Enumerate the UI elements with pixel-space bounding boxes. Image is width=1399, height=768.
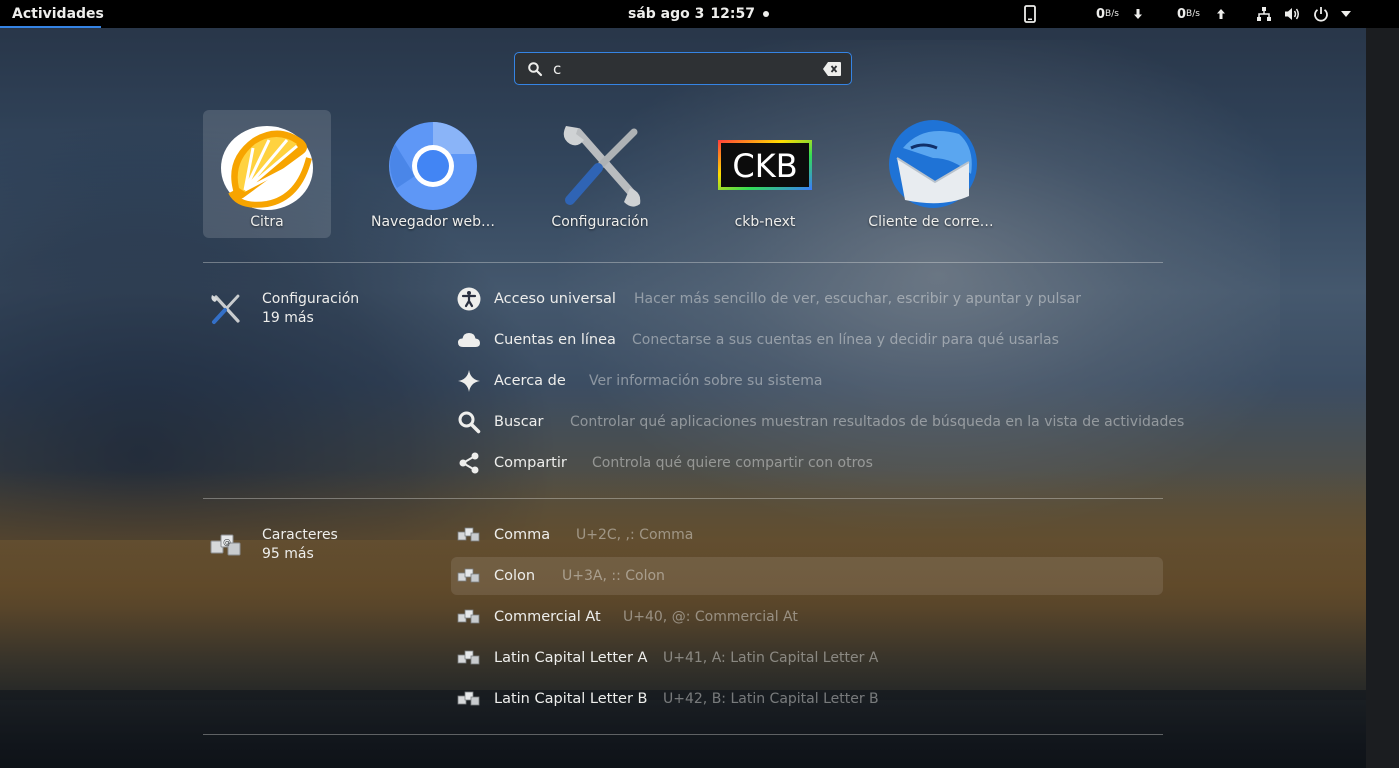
chromium-icon [389,122,477,210]
result-description: U+40, @: Commercial At [623,609,798,625]
search-entry[interactable] [514,52,852,85]
clock-menu[interactable]: sáb ago 3 12:57 [628,0,769,28]
app-label: Configuración [551,214,649,230]
settings-tools-icon [563,126,641,207]
search-result-item[interactable]: Compartir Controla qué quiere compartir … [451,444,1163,482]
result-title: Comma [494,527,551,543]
results-separator [203,734,1163,735]
characters-icon [457,650,480,665]
characters-icon [457,609,480,624]
result-description: Controla qué quiere compartir con otros [592,455,873,471]
power-icon [1314,7,1328,22]
result-title: Acerca de [494,373,566,389]
clear-search-icon[interactable] [823,62,841,76]
search-result-item[interactable]: Latin Capital Letter B U+42, B: Latin Ca… [451,680,1163,718]
svg-text:@: @ [223,538,231,547]
clock-date: sáb ago 3 [628,6,705,22]
app-label: Navegador web… [370,214,496,230]
arrow-down-icon [1133,9,1142,19]
app-label: ckb-next [734,214,796,230]
results-separator [203,262,1163,263]
chevron-down-icon [1341,11,1351,17]
result-title: Latin Capital Letter A [494,650,648,666]
result-title: Buscar [494,414,544,430]
arrow-up-icon [1216,9,1225,19]
net-up-value: 0 [1177,6,1187,22]
app-result-ckb-next[interactable]: CKB ckb-next [701,110,829,238]
search-result-item[interactable]: Acerca de Ver información sobre su siste… [451,362,1163,400]
citra-icon [221,126,313,210]
provider-more-count: 19 más [262,310,314,326]
app-result-settings[interactable]: Configuración [536,110,664,238]
provider-name: Configuración [262,291,360,307]
results-separator [203,498,1163,499]
search-result-item[interactable]: Buscar Controlar qué aplicaciones muestr… [451,403,1184,441]
cloud-icon [458,333,480,347]
result-description: Controlar qué aplicaciones muestran resu… [570,414,1185,430]
net-download-speed[interactable]: 0 B/s [1096,0,1143,28]
search-result-item[interactable]: Colon U+3A, :: Colon [451,557,1163,595]
app-result-citra[interactable]: Citra [203,110,331,238]
result-title: Cuentas en línea [494,332,616,348]
search-icon [528,62,543,77]
result-title: Compartir [494,455,567,471]
app-label: Citra [250,214,284,230]
result-title: Acceso universal [494,291,616,307]
result-title: Latin Capital Letter B [494,691,648,707]
app-result-mail-client[interactable]: Cliente de corre… [867,110,995,238]
svg-text:CKB: CKB [732,147,797,185]
system-menu[interactable] [1256,0,1351,28]
result-description: U+41, A: Latin Capital Letter A [663,650,879,666]
activities-button[interactable]: Actividades [0,0,116,28]
result-description: Conectarse a sus cuentas en línea y deci… [632,332,1059,348]
characters-icon [457,527,480,542]
result-description: U+42, B: Latin Capital Letter B [663,691,879,707]
search-result-item[interactable]: Comma U+2C, ,: Comma [451,516,1163,554]
accessibility-icon [457,287,481,311]
result-title: Commercial At [494,609,601,625]
activities-label: Actividades [12,6,104,22]
settings-tools-icon [211,294,240,324]
result-description: Ver información sobre su sistema [589,373,823,389]
result-description: Hacer más sencillo de ver, escuchar, esc… [634,291,1082,307]
app-label: Cliente de corre… [868,214,994,230]
result-title: Colon [494,568,536,584]
net-up-unit: B/s [1186,9,1200,19]
characters-icon: @ [210,534,241,556]
search-input[interactable] [553,59,823,79]
search-icon [458,411,481,434]
provider-name: Caracteres [262,527,338,543]
thunderbird-icon [889,120,977,208]
clock-time: 12:57 [710,6,755,22]
top-bar: Actividades sáb ago 3 12:57 0 B/s 0 B/s [0,0,1399,28]
dash-edge [1366,28,1399,768]
characters-icon [457,568,480,583]
sparkle-icon [458,370,480,392]
net-down-unit: B/s [1105,9,1119,19]
share-icon [459,452,479,474]
search-result-item[interactable]: Cuentas en línea Conectarse a sus cuenta… [451,321,1163,359]
result-description: U+3A, :: Colon [562,568,665,584]
net-upload-speed[interactable]: 0 B/s [1177,0,1226,28]
ckb-next-icon: CKB [718,140,812,190]
search-result-item[interactable]: Latin Capital Letter A U+41, A: Latin Ca… [451,639,1163,677]
app-result-web-browser[interactable]: Navegador web… [369,110,497,238]
notification-dot-icon [762,11,769,17]
search-result-item[interactable]: Commercial At U+40, @: Commercial At [451,598,1163,636]
result-description: U+2C, ,: Comma [576,527,694,543]
phone-indicator[interactable] [1024,0,1036,28]
search-result-item[interactable]: Acceso universal Hacer más sencillo de v… [451,280,1163,318]
provider-more-count: 95 más [262,546,314,562]
phone-icon [1024,5,1036,23]
characters-icon [457,691,480,706]
activities-indicator [0,26,101,28]
network-wired-icon [1257,7,1271,21]
net-down-value: 0 [1096,6,1106,22]
volume-icon [1285,8,1299,20]
